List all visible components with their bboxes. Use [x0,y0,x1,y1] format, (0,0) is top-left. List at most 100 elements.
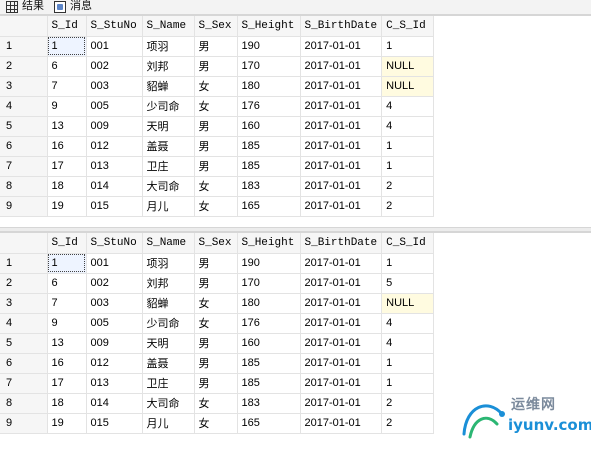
row-number-header[interactable] [0,16,48,37]
null-cell[interactable]: NULL [381,76,435,97]
table-row[interactable]: 4 9 005 少司命 女 176 2017-01-01 4 [0,96,435,117]
row-number[interactable]: 3 [0,76,48,97]
table-cell[interactable]: 160 [237,116,301,137]
row-number[interactable]: 6 [0,136,48,157]
row-number[interactable]: 9 [0,196,48,217]
row-number[interactable]: 6 [0,353,48,374]
row-number[interactable]: 4 [0,313,48,334]
column-header[interactable]: S_Id [47,233,87,254]
table-cell[interactable]: 003 [86,76,143,97]
table-cell[interactable]: 1 [381,373,435,394]
table-cell[interactable]: 女 [194,393,238,414]
table-cell[interactable]: 2017-01-01 [300,293,383,314]
table-cell[interactable]: 2017-01-01 [300,176,383,197]
table-cell[interactable]: 项羽 [142,253,195,274]
table-cell[interactable]: 9 [47,313,87,334]
table-cell[interactable]: 1 [381,36,435,57]
table-cell[interactable]: 2017-01-01 [300,413,383,434]
table-cell[interactable]: 男 [194,156,238,177]
results-grid-2-pane[interactable]: S_Id S_StuNo S_Name S_Sex S_Height S_Bir… [0,232,591,454]
table-cell[interactable]: 2017-01-01 [300,156,383,177]
table-cell[interactable]: 4 [381,333,435,354]
table-cell[interactable]: 1 [47,253,87,274]
table-cell[interactable]: 183 [237,176,301,197]
table-cell[interactable]: 2017-01-01 [300,353,383,374]
row-number[interactable]: 5 [0,333,48,354]
table-cell[interactable]: 18 [47,393,87,414]
table-cell[interactable]: 2017-01-01 [300,196,383,217]
table-cell[interactable]: 卫庄 [142,373,195,394]
table-cell[interactable]: 2017-01-01 [300,253,383,274]
table-cell[interactable]: 009 [86,116,143,137]
tab-messages[interactable]: 消息 [54,0,92,14]
table-cell[interactable]: 女 [194,313,238,334]
table-cell[interactable]: 男 [194,373,238,394]
table-cell[interactable]: 17 [47,373,87,394]
table-cell[interactable]: 16 [47,136,87,157]
table-cell[interactable]: 2 [381,393,435,414]
table-cell[interactable]: 女 [194,176,238,197]
table-cell[interactable]: 4 [381,116,435,137]
table-cell[interactable]: 19 [47,196,87,217]
table-cell[interactable]: 014 [86,176,143,197]
table-cell[interactable]: 男 [194,253,238,274]
table-cell[interactable]: 男 [194,136,238,157]
table-cell[interactable]: 7 [47,293,87,314]
table-cell[interactable]: 13 [47,333,87,354]
table-cell[interactable]: 大司命 [142,176,195,197]
column-header[interactable]: C_S_Id [381,233,435,254]
column-header[interactable]: S_Sex [194,233,238,254]
table-cell[interactable]: 009 [86,333,143,354]
table-cell[interactable]: 1 [47,36,87,57]
column-header[interactable]: S_Name [142,233,195,254]
table-cell[interactable]: 男 [194,116,238,137]
table-row[interactable]: 7 17 013 卫庄 男 185 2017-01-01 1 [0,156,435,177]
row-number-header[interactable] [0,233,48,254]
row-number[interactable]: 2 [0,56,48,77]
table-cell[interactable]: 9 [47,96,87,117]
column-header[interactable]: S_StuNo [86,16,143,37]
table-cell[interactable]: 185 [237,373,301,394]
table-cell[interactable]: 4 [381,96,435,117]
table-cell[interactable]: 013 [86,373,143,394]
table-cell[interactable]: 6 [47,56,87,77]
table-cell[interactable]: 1 [381,253,435,274]
table-cell[interactable]: 少司命 [142,313,195,334]
table-cell[interactable]: 7 [47,76,87,97]
table-row[interactable]: 6 16 012 盖聂 男 185 2017-01-01 1 [0,136,435,157]
null-cell[interactable]: NULL [381,293,435,314]
column-header[interactable]: S_Height [237,233,301,254]
table-cell[interactable]: 盖聂 [142,136,195,157]
table-cell[interactable]: 1 [381,136,435,157]
table-cell[interactable]: 2 [381,413,435,434]
table-cell[interactable]: 015 [86,413,143,434]
table-cell[interactable]: 女 [194,293,238,314]
table-cell[interactable]: 女 [194,96,238,117]
table-cell[interactable]: 002 [86,56,143,77]
table-cell[interactable]: 16 [47,353,87,374]
table-cell[interactable]: 刘邦 [142,56,195,77]
results-grid-2[interactable]: S_Id S_StuNo S_Name S_Sex S_Height S_Bir… [0,233,435,434]
column-header[interactable]: S_StuNo [86,233,143,254]
table-cell[interactable]: 2 [381,196,435,217]
table-cell[interactable]: 001 [86,36,143,57]
table-row[interactable]: 3 7 003 貂蝉 女 180 2017-01-01 NULL [0,76,435,97]
table-cell[interactable]: 天明 [142,333,195,354]
table-cell[interactable]: 月儿 [142,413,195,434]
table-cell[interactable]: 170 [237,273,301,294]
table-cell[interactable]: 13 [47,116,87,137]
table-cell[interactable]: 天明 [142,116,195,137]
table-cell[interactable]: 卫庄 [142,156,195,177]
row-number[interactable]: 8 [0,176,48,197]
table-row[interactable]: 8 18 014 大司命 女 183 2017-01-01 2 [0,176,435,197]
table-cell[interactable]: 002 [86,273,143,294]
table-cell[interactable]: 貂蝉 [142,293,195,314]
table-cell[interactable]: 185 [237,353,301,374]
table-cell[interactable]: 男 [194,333,238,354]
table-cell[interactable]: 2017-01-01 [300,136,383,157]
table-cell[interactable]: 2017-01-01 [300,96,383,117]
table-cell[interactable]: 男 [194,36,238,57]
table-cell[interactable]: 001 [86,253,143,274]
column-header[interactable]: S_Sex [194,16,238,37]
table-cell[interactable]: 180 [237,76,301,97]
